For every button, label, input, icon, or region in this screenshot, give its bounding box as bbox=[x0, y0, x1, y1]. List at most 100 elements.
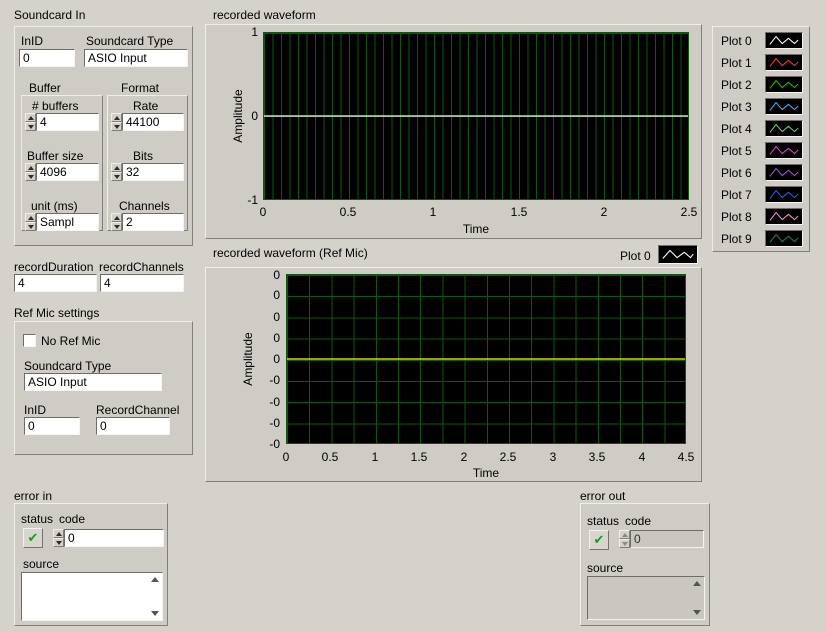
legend-label: Plot 4 bbox=[721, 122, 752, 136]
error-in-status-button[interactable]: ✔ bbox=[23, 528, 43, 548]
increment-button[interactable] bbox=[25, 163, 36, 172]
legend-label: Plot 8 bbox=[721, 210, 752, 224]
legend-item[interactable]: Plot 9 bbox=[713, 228, 809, 250]
increment-button[interactable] bbox=[53, 529, 64, 538]
decrement-button[interactable] bbox=[111, 172, 122, 181]
chart1-ytick: 1 bbox=[228, 25, 258, 39]
chart1-xlabel: Time bbox=[456, 222, 496, 236]
error-in-code-field[interactable]: 0 bbox=[64, 529, 164, 547]
legend-item[interactable]: Plot 7 bbox=[713, 184, 809, 206]
plot-style-icon[interactable] bbox=[765, 164, 803, 181]
decrement-button[interactable] bbox=[25, 172, 36, 181]
legend-item[interactable]: Plot 0 bbox=[713, 30, 809, 52]
legend-item[interactable]: Plot 3 bbox=[713, 96, 809, 118]
refmic-soundcard-type-label: Soundcard Type bbox=[24, 359, 111, 373]
scroll-down-icon[interactable] bbox=[151, 611, 159, 616]
down-arrow-icon bbox=[114, 225, 120, 229]
decrement-button bbox=[619, 539, 630, 548]
plot-style-icon[interactable] bbox=[765, 186, 803, 203]
legend-item[interactable]: Plot 2 bbox=[713, 74, 809, 96]
legend-item[interactable]: Plot 5 bbox=[713, 140, 809, 162]
decrement-button[interactable] bbox=[25, 122, 36, 131]
inid-field[interactable]: 0 bbox=[19, 49, 75, 67]
chart2-frame: Amplitude 0 0 0 0 0 -0 -0 -0 -0 0 0.5 1 … bbox=[205, 267, 702, 482]
increment-button[interactable] bbox=[25, 213, 36, 222]
legend-item[interactable]: Plot 4 bbox=[713, 118, 809, 140]
up-arrow-icon bbox=[28, 166, 34, 170]
channels-label: Channels bbox=[119, 199, 170, 213]
increment-button[interactable] bbox=[111, 163, 122, 172]
record-duration-field[interactable]: 4 bbox=[14, 274, 97, 292]
error-out-panel: status code ✔ 0 source bbox=[580, 503, 710, 626]
error-out-code-label: code bbox=[625, 514, 651, 528]
bits-field[interactable]: 32 bbox=[122, 163, 184, 181]
plot-style-icon[interactable] bbox=[765, 120, 803, 137]
legend-label: Plot 7 bbox=[721, 188, 752, 202]
unit-ms-label: unit (ms) bbox=[31, 199, 78, 213]
decrement-button[interactable] bbox=[53, 538, 64, 547]
buffer-size-field[interactable]: 4096 bbox=[36, 163, 99, 181]
error-out-status-indicator: ✔ bbox=[589, 530, 609, 550]
chart2-ytick: -0 bbox=[254, 437, 280, 451]
bits-label: Bits bbox=[133, 149, 153, 163]
error-out-source-label: source bbox=[587, 561, 623, 575]
chart2-ytick: 0 bbox=[254, 352, 280, 366]
increment-button[interactable] bbox=[111, 113, 122, 122]
check-icon: ✔ bbox=[594, 532, 605, 548]
increment-button[interactable] bbox=[111, 213, 122, 222]
record-channel-field[interactable]: 0 bbox=[96, 417, 170, 435]
channels-field[interactable]: 2 bbox=[122, 213, 184, 231]
no-ref-mic-checkbox[interactable] bbox=[23, 334, 36, 347]
plot-style-icon[interactable] bbox=[765, 32, 803, 49]
record-channels-field[interactable]: 4 bbox=[100, 274, 184, 292]
error-in-code-spinner: 0 bbox=[53, 529, 164, 547]
chart2-plot-style-icon[interactable] bbox=[658, 245, 698, 264]
legend-label: Plot 0 bbox=[721, 34, 752, 48]
chart2-trace bbox=[287, 275, 685, 443]
chart2-xtick: 0.5 bbox=[312, 450, 348, 464]
chart1-plot-area bbox=[263, 32, 689, 200]
chart2-ytick: -0 bbox=[254, 395, 280, 409]
chart2-ylabel: Amplitude bbox=[241, 328, 255, 390]
plot-style-icon[interactable] bbox=[765, 142, 803, 159]
refmic-inid-label: InID bbox=[24, 403, 46, 417]
legend-item[interactable]: Plot 8 bbox=[713, 206, 809, 228]
increment-button[interactable] bbox=[25, 113, 36, 122]
scroll-up-icon[interactable] bbox=[693, 581, 701, 586]
plot-style-icon[interactable] bbox=[765, 54, 803, 71]
buffer-group-title: Buffer bbox=[29, 81, 61, 95]
plot-style-icon[interactable] bbox=[765, 208, 803, 225]
decrement-button[interactable] bbox=[111, 122, 122, 131]
chart2-ytick: 0 bbox=[254, 268, 280, 282]
legend-item[interactable]: Plot 6 bbox=[713, 162, 809, 184]
rate-field[interactable]: 44100 bbox=[122, 113, 184, 131]
soundcard-type-label: Soundcard Type bbox=[86, 34, 173, 48]
error-in-source-label: source bbox=[23, 557, 59, 571]
up-arrow-icon bbox=[28, 116, 34, 120]
decrement-button[interactable] bbox=[111, 222, 122, 231]
chart2-legend-label[interactable]: Plot 0 bbox=[620, 249, 651, 263]
plot-style-icon[interactable] bbox=[765, 76, 803, 93]
legend-label: Plot 2 bbox=[721, 78, 752, 92]
decrement-button[interactable] bbox=[25, 222, 36, 231]
scroll-up-icon[interactable] bbox=[151, 577, 159, 582]
chart2-plot-area bbox=[286, 274, 686, 444]
scroll-down-icon[interactable] bbox=[693, 610, 701, 615]
legend-label: Plot 9 bbox=[721, 232, 752, 246]
soundcard-type-field[interactable]: ASIO Input bbox=[84, 49, 188, 67]
refmic-inid-field[interactable]: 0 bbox=[24, 417, 80, 435]
unit-ms-field[interactable]: Sampl bbox=[36, 213, 99, 231]
legend-item[interactable]: Plot 1 bbox=[713, 52, 809, 74]
chart2-xtick: 1.5 bbox=[401, 450, 437, 464]
error-in-status-label: status bbox=[21, 512, 53, 526]
num-buffers-field[interactable]: 4 bbox=[36, 113, 99, 131]
plot-style-icon[interactable] bbox=[765, 230, 803, 247]
down-arrow-icon bbox=[114, 175, 120, 179]
plot-style-icon[interactable] bbox=[765, 98, 803, 115]
channels-spinner: 2 bbox=[111, 213, 184, 231]
error-in-source-field[interactable] bbox=[21, 572, 163, 621]
plot-legend-panel: Plot 0 Plot 1 Plot 2 Plot 3 Plot 4 Plot … bbox=[712, 26, 810, 252]
num-buffers-label: # buffers bbox=[32, 99, 78, 113]
refmic-soundcard-type-field[interactable]: ASIO Input bbox=[24, 373, 162, 391]
chart2-title: recorded waveform (Ref Mic) bbox=[213, 246, 368, 260]
